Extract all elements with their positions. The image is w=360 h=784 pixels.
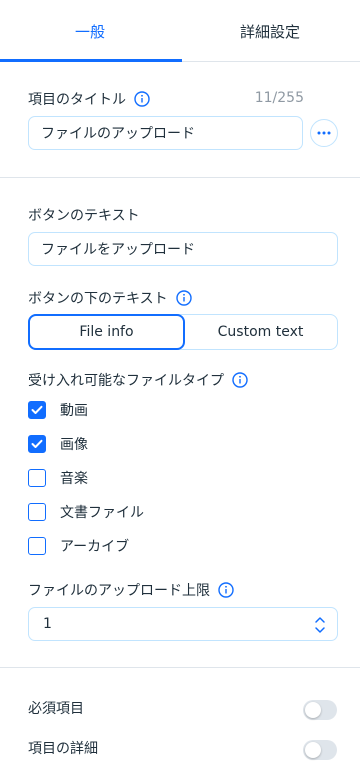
section-divider bbox=[0, 667, 360, 668]
toggle-knob bbox=[305, 742, 321, 758]
button-text-input[interactable]: ファイルをアップロード bbox=[28, 232, 338, 266]
upload-limit-stepper[interactable]: 1 bbox=[28, 607, 338, 641]
field-description-label: 項目の詳細 bbox=[28, 741, 98, 757]
active-tab-indicator bbox=[0, 59, 182, 62]
checkbox-label: 音楽 bbox=[60, 471, 88, 487]
field-title-input[interactable]: ファイルのアップロード bbox=[28, 116, 303, 150]
check-icon bbox=[31, 439, 43, 448]
section-divider bbox=[0, 177, 360, 178]
below-button-text-label: ボタンの下のテキスト bbox=[28, 291, 168, 307]
tab-general[interactable]: 一般 bbox=[0, 0, 180, 62]
info-icon[interactable] bbox=[175, 290, 192, 306]
checkbox-music[interactable] bbox=[28, 469, 46, 487]
checkbox-label: 動画 bbox=[60, 403, 88, 419]
info-icon[interactable] bbox=[134, 91, 150, 107]
checkbox-label: 文書ファイル bbox=[60, 505, 144, 521]
field-title-label: 項目のタイトル bbox=[28, 92, 126, 108]
checkbox-row-archive[interactable]: アーカイブ bbox=[28, 536, 129, 556]
info-icon[interactable] bbox=[218, 582, 234, 598]
file-types-label: 受け入れ可能なファイルタイプ bbox=[28, 373, 224, 389]
required-field-toggle[interactable] bbox=[303, 700, 337, 720]
checkbox-image[interactable] bbox=[28, 435, 46, 453]
field-title-label-row: 項目のタイトル bbox=[28, 89, 150, 109]
below-text-segmented-control: File info Custom text bbox=[28, 314, 338, 350]
tab-bar: 一般 詳細設定 bbox=[0, 0, 360, 62]
segment-custom-text[interactable]: Custom text bbox=[184, 315, 337, 349]
upload-limit-label-row: ファイルのアップロード上限 bbox=[28, 580, 234, 600]
required-field-label: 必須項目 bbox=[28, 701, 84, 717]
more-options-button[interactable] bbox=[310, 119, 338, 147]
checkbox-documents[interactable] bbox=[28, 503, 46, 521]
checkbox-row-music[interactable]: 音楽 bbox=[28, 468, 88, 488]
more-icon bbox=[317, 131, 331, 135]
checkbox-row-documents[interactable]: 文書ファイル bbox=[28, 502, 144, 522]
checkbox-row-image[interactable]: 画像 bbox=[28, 434, 88, 454]
below-button-text-label-row: ボタンの下のテキスト bbox=[28, 288, 192, 308]
chevron-up-down-icon[interactable] bbox=[313, 613, 327, 637]
toggle-knob bbox=[305, 702, 321, 718]
checkbox-video[interactable] bbox=[28, 401, 46, 419]
tab-advanced[interactable]: 詳細設定 bbox=[180, 0, 360, 62]
checkbox-archive[interactable] bbox=[28, 537, 46, 555]
upload-limit-label: ファイルのアップロード上限 bbox=[28, 583, 210, 599]
file-types-label-row: 受け入れ可能なファイルタイプ bbox=[28, 370, 248, 390]
title-char-counter: 11/255 bbox=[254, 90, 304, 106]
field-description-toggle[interactable] bbox=[303, 740, 337, 760]
info-icon[interactable] bbox=[232, 372, 248, 388]
segment-file-info[interactable]: File info bbox=[28, 314, 185, 350]
check-icon bbox=[31, 405, 43, 414]
checkbox-label: アーカイブ bbox=[60, 539, 130, 555]
checkbox-row-video[interactable]: 動画 bbox=[28, 400, 88, 420]
upload-limit-value[interactable]: 1 bbox=[43, 616, 52, 632]
checkbox-label: 画像 bbox=[60, 437, 88, 453]
button-text-label: ボタンのテキスト bbox=[28, 208, 140, 224]
